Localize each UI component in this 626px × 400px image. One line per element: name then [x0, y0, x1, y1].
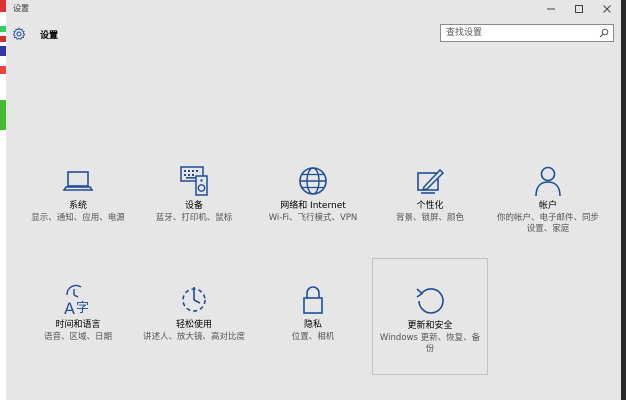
gear-icon	[12, 27, 26, 40]
tile-description: Windows 更新、恢复、备份	[379, 333, 481, 354]
tile-title: 时间和语言	[55, 320, 101, 330]
window-title: 设置	[13, 4, 29, 13]
tile-accounts[interactable]: 帐户 你的帐户、电子邮件、同步设置、家庭	[490, 164, 606, 235]
tile-title: 帐户	[538, 201, 557, 211]
title-bar: 设置	[6, 0, 621, 18]
maximize-icon	[575, 5, 583, 13]
time-language-icon: A 字	[64, 284, 89, 317]
settings-window: 设置 设置 系统 显示、通知、应用、电源	[6, 0, 621, 400]
minimize-icon	[547, 8, 555, 10]
search-input[interactable]	[446, 27, 596, 39]
tile-personalization[interactable]: 个性化 背景、锁屏、颜色	[372, 164, 488, 224]
search-box[interactable]	[440, 24, 614, 42]
lock-icon	[303, 286, 323, 314]
svg-text:字: 字	[76, 301, 89, 316]
tile-network[interactable]: 网络和 Internet Wi-Fi、飞行模式、VPN	[255, 164, 371, 224]
tile-title: 隐私	[303, 320, 322, 330]
minimize-button[interactable]	[537, 0, 565, 18]
svg-text:A: A	[64, 299, 75, 317]
tile-description: 讲述人、放大镜、高对比度	[142, 332, 245, 342]
background-window-edge-right	[621, 0, 626, 400]
tile-title: 设备	[184, 201, 203, 211]
search-icon[interactable]	[599, 28, 609, 38]
tile-privacy[interactable]: 隐私 位置、相机	[255, 283, 371, 343]
tile-update-security[interactable]: 更新和安全 Windows 更新、恢复、备份	[372, 258, 488, 375]
devices-icon	[180, 166, 208, 196]
tile-title: 网络和 Internet	[280, 201, 346, 211]
header: 设置	[6, 18, 621, 48]
personalize-icon	[417, 168, 445, 194]
update-icon	[416, 288, 444, 314]
tile-description: 显示、通知、应用、电源	[31, 213, 125, 223]
tile-description: Wi-Fi、飞行模式、VPN	[268, 213, 358, 223]
close-icon	[603, 5, 611, 13]
tile-title: 轻松使用	[175, 320, 212, 330]
laptop-icon	[62, 171, 94, 191]
tile-description: 蓝牙、打印机、鼠标	[155, 213, 233, 223]
tile-devices[interactable]: 设备 蓝牙、打印机、鼠标	[136, 164, 252, 224]
globe-icon	[299, 167, 327, 195]
tile-description: 你的帐户、电子邮件、同步设置、家庭	[496, 213, 599, 234]
tile-title: 个性化	[416, 201, 444, 211]
tile-title: 更新和安全	[407, 321, 453, 331]
tile-ease-of-access[interactable]: 轻松使用 讲述人、放大镜、高对比度	[136, 283, 252, 343]
tile-time-language[interactable]: A 字 时间和语言 语音、区域、日期	[20, 283, 136, 343]
ease-of-access-icon	[182, 287, 206, 312]
tile-title: 系统	[68, 201, 87, 211]
tile-system[interactable]: 系统 显示、通知、应用、电源	[20, 164, 136, 224]
person-icon	[535, 166, 561, 197]
tile-description: 语音、区域、日期	[43, 332, 112, 342]
page-title: 设置	[40, 31, 59, 41]
close-button[interactable]	[593, 0, 621, 18]
tile-description: 位置、相机	[291, 332, 335, 342]
tile-description: 背景、锁屏、颜色	[395, 213, 464, 223]
maximize-button[interactable]	[565, 0, 593, 18]
